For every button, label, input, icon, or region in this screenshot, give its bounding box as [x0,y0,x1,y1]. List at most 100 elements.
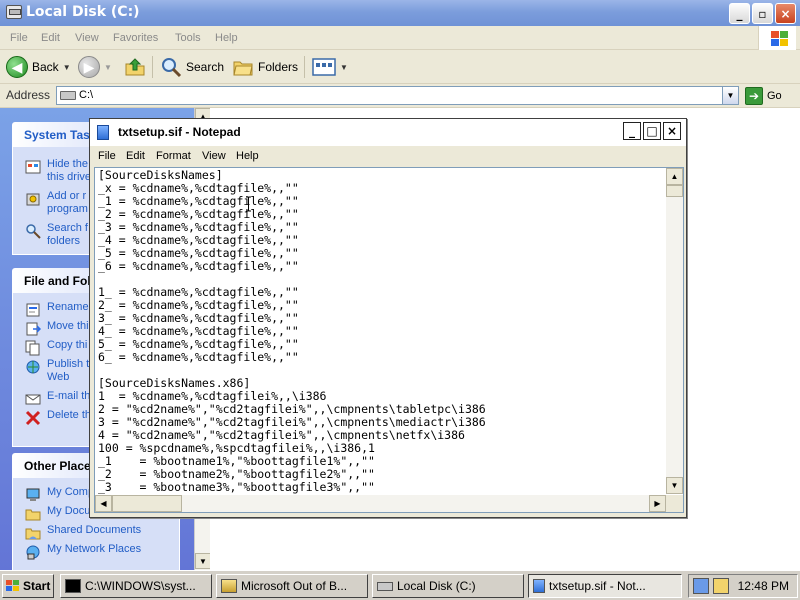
scroll-left-icon[interactable]: ◀ [95,495,112,512]
search-icon [26,224,41,239]
maximize-button[interactable]: □ [643,122,661,140]
cmd-icon [65,579,81,593]
explorer-titlebar[interactable]: Local Disk (C:) _ ▫ × [0,0,800,26]
address-value: C:\ [79,89,94,101]
network-tray-icon[interactable] [693,578,709,594]
back-button[interactable]: ◀ Back ▼ [6,54,71,80]
notepad-horizontal-scrollbar[interactable]: ◀ ▶ [95,495,666,512]
folders-icon [233,61,253,76]
clock[interactable]: 12:48 PM [738,579,789,593]
menu-edit[interactable]: Edit [41,32,60,44]
scrollbar-corner [666,495,683,512]
address-dropdown-icon[interactable]: ▼ [722,87,738,104]
text-line: _3 = %bootname3%,"%boottagfile3%",,"" [98,480,375,494]
drive-icon [377,581,393,591]
notepad-window: txtsetup.sif - Notepad _ □ × File Edit F… [89,118,687,518]
address-label: Address [6,88,51,102]
close-button[interactable]: × [775,3,796,24]
system-tray: 12:48 PM [688,574,798,598]
windows-flag-icon [6,580,20,592]
back-label: Back [32,60,59,74]
notepad-text-content[interactable]: [SourceDisksNames] _x = %cdname%,%cdtagfi… [98,169,665,495]
notepad-menubar: File Edit Format View Help [90,146,686,166]
explorer-caption-buttons: _ ▫ × [729,3,796,24]
up-folder-icon [125,58,145,76]
back-dropdown-icon[interactable]: ▼ [63,63,71,72]
search-icon [162,58,182,78]
text-line: 6_ = %cdname%,%cdtagfile%,,"" [98,350,299,364]
explorer-title: Local Disk (C:) [26,4,140,20]
menu-file[interactable]: File [10,32,28,44]
menu-file[interactable]: File [98,150,116,162]
hide-contents-icon [25,160,41,174]
forward-arrow-icon: ▶ [78,56,100,78]
notepad-vertical-scrollbar[interactable]: ▲ ▼ [666,168,683,494]
folders-label: Folders [258,60,299,74]
start-button[interactable]: Start [2,574,54,598]
shared-documents-icon [25,528,41,540]
menu-help[interactable]: Help [236,150,259,162]
move-icon [26,322,41,336]
menu-view[interactable]: View [75,32,99,44]
notepad-icon [533,579,545,593]
delete-icon [25,410,41,426]
text-cursor-icon [246,196,251,212]
scroll-thumb[interactable] [112,495,182,512]
back-arrow-icon: ◀ [6,56,28,78]
email-icon [25,394,41,405]
network-places-link[interactable]: My Network Places [13,540,179,560]
taskbar-item-notepad[interactable]: txtsetup.sif - Not... [528,574,682,598]
close-button[interactable]: × [663,122,681,140]
add-remove-icon [26,193,40,206]
menu-format[interactable]: Format [156,150,191,162]
go-arrow-icon: ➔ [745,87,763,105]
scroll-right-icon[interactable]: ▶ [649,495,666,512]
publish-web-icon [26,360,40,374]
minimize-button[interactable]: _ [729,3,750,24]
windows-logo-icon [758,26,796,50]
scroll-up-icon[interactable]: ▲ [666,168,683,185]
scroll-thumb[interactable] [666,185,683,197]
minimize-button[interactable]: _ [623,122,641,140]
explorer-menubar: File Edit View Favorites Tools Help [0,26,800,50]
start-label: Start [23,579,51,593]
forward-dropdown-icon[interactable]: ▼ [104,63,112,72]
my-computer-icon [26,488,40,501]
go-label: Go [767,90,782,102]
maximize-button[interactable]: ▫ [752,3,773,24]
search-button[interactable]: Search [160,54,224,80]
my-documents-icon [25,509,41,521]
menu-view[interactable]: View [202,150,226,162]
menu-edit[interactable]: Edit [126,150,145,162]
scroll-down-icon[interactable]: ▼ [666,477,683,494]
notepad-text-area[interactable]: [SourceDisksNames] _x = %cdname%,%cdtagfi… [94,167,684,513]
folders-button[interactable]: Folders [232,54,298,80]
taskbar-item-local-disk[interactable]: Local Disk (C:) [372,574,524,598]
notepad-caption-buttons: _ □ × [623,122,681,140]
network-places-icon [26,545,40,560]
copy-icon [25,340,40,356]
explorer-toolbar: ◀ Back ▼ ▶ ▼ Search Folders ▼ [0,50,800,84]
menu-help[interactable]: Help [215,32,238,44]
taskbar: Start C:\WINDOWS\syst... Microsoft Out o… [0,570,800,600]
drive-icon [6,5,22,19]
views-button[interactable]: ▼ [312,54,348,80]
volume-tray-icon[interactable] [713,578,729,594]
taskbar-item-oobe[interactable]: Microsoft Out of B... [216,574,368,598]
up-folder-button[interactable] [124,54,146,80]
views-icon [312,58,336,76]
notepad-icon [97,125,109,140]
menu-favorites[interactable]: Favorites [113,32,158,44]
views-dropdown-icon[interactable]: ▼ [340,63,348,72]
forward-button[interactable]: ▶ ▼ [78,54,112,80]
shared-documents-link[interactable]: Shared Documents [13,521,179,540]
notepad-title: txtsetup.sif - Notepad [118,125,241,139]
notepad-titlebar[interactable]: txtsetup.sif - Notepad _ □ × [90,119,686,146]
search-label: Search [186,60,225,74]
scroll-down-icon[interactable]: ▼ [195,553,211,569]
go-button[interactable]: ➔ Go [745,86,782,106]
taskbar-item-cmd[interactable]: C:\WINDOWS\syst... [60,574,212,598]
address-input[interactable]: C:\ ▼ [56,86,739,105]
menu-tools[interactable]: Tools [175,32,201,44]
address-bar: Address C:\ ▼ ➔ Go [0,84,800,108]
